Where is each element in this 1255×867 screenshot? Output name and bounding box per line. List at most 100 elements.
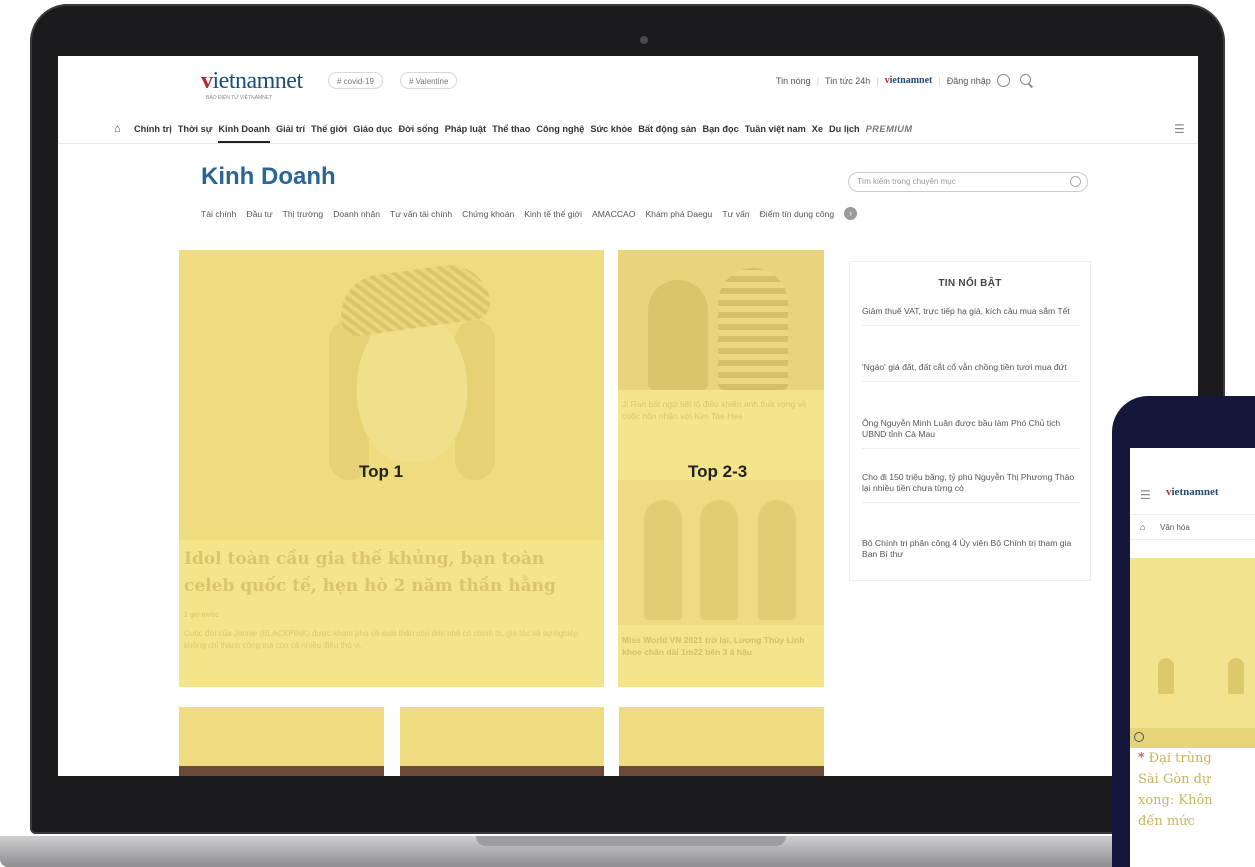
top1-headline[interactable]: Idol toàn cầu gia thế khủng, bạn toàn ce… [184, 546, 599, 600]
featured-news-box: TIN NỔI BẬT Giảm thuế VAT, trực tiếp hạ … [849, 261, 1091, 581]
nav-item-kinh-doanh[interactable]: Kinh Doanh [218, 124, 270, 143]
photo-strip [179, 766, 384, 776]
caption-line: Đại trùng [1148, 751, 1212, 766]
top1-timestamp: 2 giờ trước [184, 612, 219, 619]
top3-headline[interactable]: Miss World VN 2021 trở lại, Lương Thùy L… [622, 634, 820, 658]
nav-item-giai-tri[interactable]: Giải trí [276, 124, 305, 134]
nav-item-bat-dong-san[interactable]: Bất động sản [638, 124, 696, 134]
user-icon[interactable] [996, 74, 1010, 87]
search-icon[interactable] [1070, 176, 1081, 187]
ground-shape [1130, 728, 1255, 748]
link-news-24h[interactable]: Tin tức 24h [825, 76, 870, 86]
subcat-kinh-te-the-gioi[interactable]: Kinh tế thế giới [524, 209, 582, 219]
nav-item-premium[interactable]: PREMIUM [866, 124, 913, 134]
featured-item[interactable]: Giảm thuế VAT, trực tiếp hạ giá, kích cầ… [862, 306, 1080, 326]
subcat-amaccao[interactable]: AMACCAO [592, 209, 635, 219]
top-bar: vietnamnet BÁO ĐIỆN TỬ VIỆTNAMNET # covi… [58, 56, 1198, 108]
divider: | [938, 75, 941, 86]
hamburger-menu-icon[interactable]: ☰ [1174, 122, 1185, 136]
site-logo[interactable]: vietnamnet [201, 68, 303, 95]
nav-item-the-gioi[interactable]: Thế giới [311, 124, 347, 134]
nav-item-doi-song[interactable]: Đời sống [399, 124, 439, 134]
hashtag-covid[interactable]: # covid-19 [328, 72, 383, 89]
laptop-notch [476, 836, 786, 846]
featured-item[interactable]: Bộ Chính trị phân công 4 Ủy viên Bộ Chín… [862, 538, 1080, 568]
phone-nav-item[interactable]: Văn hóa [1160, 523, 1190, 532]
caption-line: đến mức [1138, 814, 1195, 829]
featured-item[interactable]: Ông Nguyễn Minh Luân được bầu làm Phó Ch… [862, 418, 1080, 449]
hashtag-valentine[interactable]: # Valentine [400, 72, 458, 89]
nav-item-du-lich[interactable]: Du lịch [829, 124, 860, 134]
vnn-plus-logo[interactable]: vietnamnet [885, 75, 933, 86]
search-placeholder: Tìm kiếm trong chuyên mục [857, 177, 956, 186]
person-shape [718, 268, 788, 390]
link-hot-news[interactable]: Tin nóng [776, 76, 811, 86]
subcat-kham-pha-daegu[interactable]: Khám phá Daegu [645, 209, 712, 219]
hamburger-menu-icon[interactable]: ☰ [1140, 488, 1151, 502]
subcat-thi-truong[interactable]: Thị trường [283, 209, 324, 219]
photo-strip [619, 766, 824, 776]
top-links: Tin nóng | Tin tức 24h | vietnamnet | Đă… [776, 74, 1033, 87]
subcat-tu-van[interactable]: Tư vấn [722, 209, 749, 219]
phone-nav: ⌂ Văn hóa [1130, 514, 1255, 540]
camera-dot [640, 36, 648, 44]
main-nav: ⌂ Chính trị Thời sự Kinh Doanh Giải trí … [58, 114, 1198, 144]
nav-item-ban-doc[interactable]: Bạn đọc [702, 124, 738, 134]
divider: | [876, 75, 879, 86]
phone-hero-image[interactable] [1130, 558, 1255, 748]
divider: | [816, 75, 820, 86]
featured-item[interactable]: Cho đi 150 triệu băng, tỷ phú Nguyễn Thị… [862, 472, 1080, 503]
subcat-doanh-nhan[interactable]: Doanh nhân [333, 209, 380, 219]
article-thumbnail[interactable] [619, 707, 824, 776]
nav-item-the-thao[interactable]: Thể thao [492, 124, 530, 134]
gown-shape [644, 500, 682, 620]
caption-line: xong: Khôn [1138, 793, 1213, 808]
subcat-tai-chinh[interactable]: Tài chính [201, 209, 236, 219]
search-icon[interactable] [1019, 74, 1033, 87]
top23-label: Top 2-3 [688, 462, 748, 481]
figure-shape [1228, 658, 1244, 694]
nav-item-xe[interactable]: Xe [812, 124, 823, 134]
subcat-dau-tu[interactable]: Đầu tư [246, 209, 272, 219]
article-thumbnail[interactable] [179, 707, 384, 776]
section-title: Kinh Doanh [201, 163, 336, 190]
home-icon[interactable]: ⌂ [1140, 522, 1145, 532]
login-link[interactable]: Đăng nhập [947, 76, 991, 86]
play-circle-icon[interactable] [1134, 732, 1144, 742]
top3-image[interactable] [618, 480, 824, 625]
subcategory-bar: Tài chính Đầu tư Thị trường Doanh nhân T… [201, 207, 858, 220]
top1-label: Top 1 [359, 462, 404, 481]
caption-line: Sài Gòn dự [1138, 772, 1211, 787]
subcat-diem-tin-dung[interactable]: Điểm tín dụng công [760, 209, 835, 219]
home-icon[interactable]: ⌂ [114, 123, 121, 135]
top1-article-block[interactable]: Top 1 Idol toàn cầu gia thế khủng, bạn t… [179, 250, 604, 687]
photo-strip [400, 766, 604, 776]
section-search-input[interactable]: Tìm kiếm trong chuyên mục [848, 172, 1088, 192]
nav-item-suc-khoe[interactable]: Sức khỏe [590, 124, 632, 134]
subcat-chung-khoan[interactable]: Chứng khoán [462, 209, 514, 219]
featured-item[interactable]: 'Ngáo' giá đất, đất cắt cổ vẫn chồng tiề… [862, 362, 1080, 382]
top1-image[interactable] [179, 250, 604, 540]
face-shape [357, 312, 467, 462]
nav-item-tuan-viet-nam[interactable]: Tuần việt nam [745, 124, 806, 134]
article-thumbnail[interactable] [400, 707, 604, 776]
subcat-tu-van-tai-chinh[interactable]: Tư vấn tài chính [390, 209, 452, 219]
nav-item-cong-nghe[interactable]: Công nghệ [536, 124, 584, 134]
nav-item-thoi-su[interactable]: Thời sự [178, 124, 213, 134]
gown-shape [700, 500, 738, 620]
gown-shape [758, 500, 796, 620]
nav-item-giao-duc[interactable]: Giáo dục [353, 124, 392, 134]
phone-headline[interactable]: * Đại trùng Sài Gòn dự xong: Khôn đến mứ… [1138, 748, 1255, 832]
figure-shape [1158, 658, 1174, 694]
nav-item-phap-luat[interactable]: Pháp luật [445, 124, 486, 134]
top23-article-block[interactable]: Ji Ran bất ngờ tiết lộ điều khiến anh th… [618, 250, 824, 687]
star-icon: * [1138, 751, 1145, 766]
top2-image[interactable] [618, 250, 824, 390]
person-shape [648, 280, 708, 390]
featured-title: TIN NỔI BẬT [938, 278, 1002, 289]
logo-tagline: BÁO ĐIỆN TỬ VIỆTNAMNET [206, 95, 273, 101]
more-arrow-icon[interactable]: › [844, 207, 858, 220]
top2-headline[interactable]: Ji Ran bất ngờ tiết lộ điều khiến anh th… [622, 398, 820, 422]
nav-item-chinh-tri[interactable]: Chính trị [134, 124, 172, 134]
phone-site-logo[interactable]: vietnamnet [1166, 486, 1219, 498]
